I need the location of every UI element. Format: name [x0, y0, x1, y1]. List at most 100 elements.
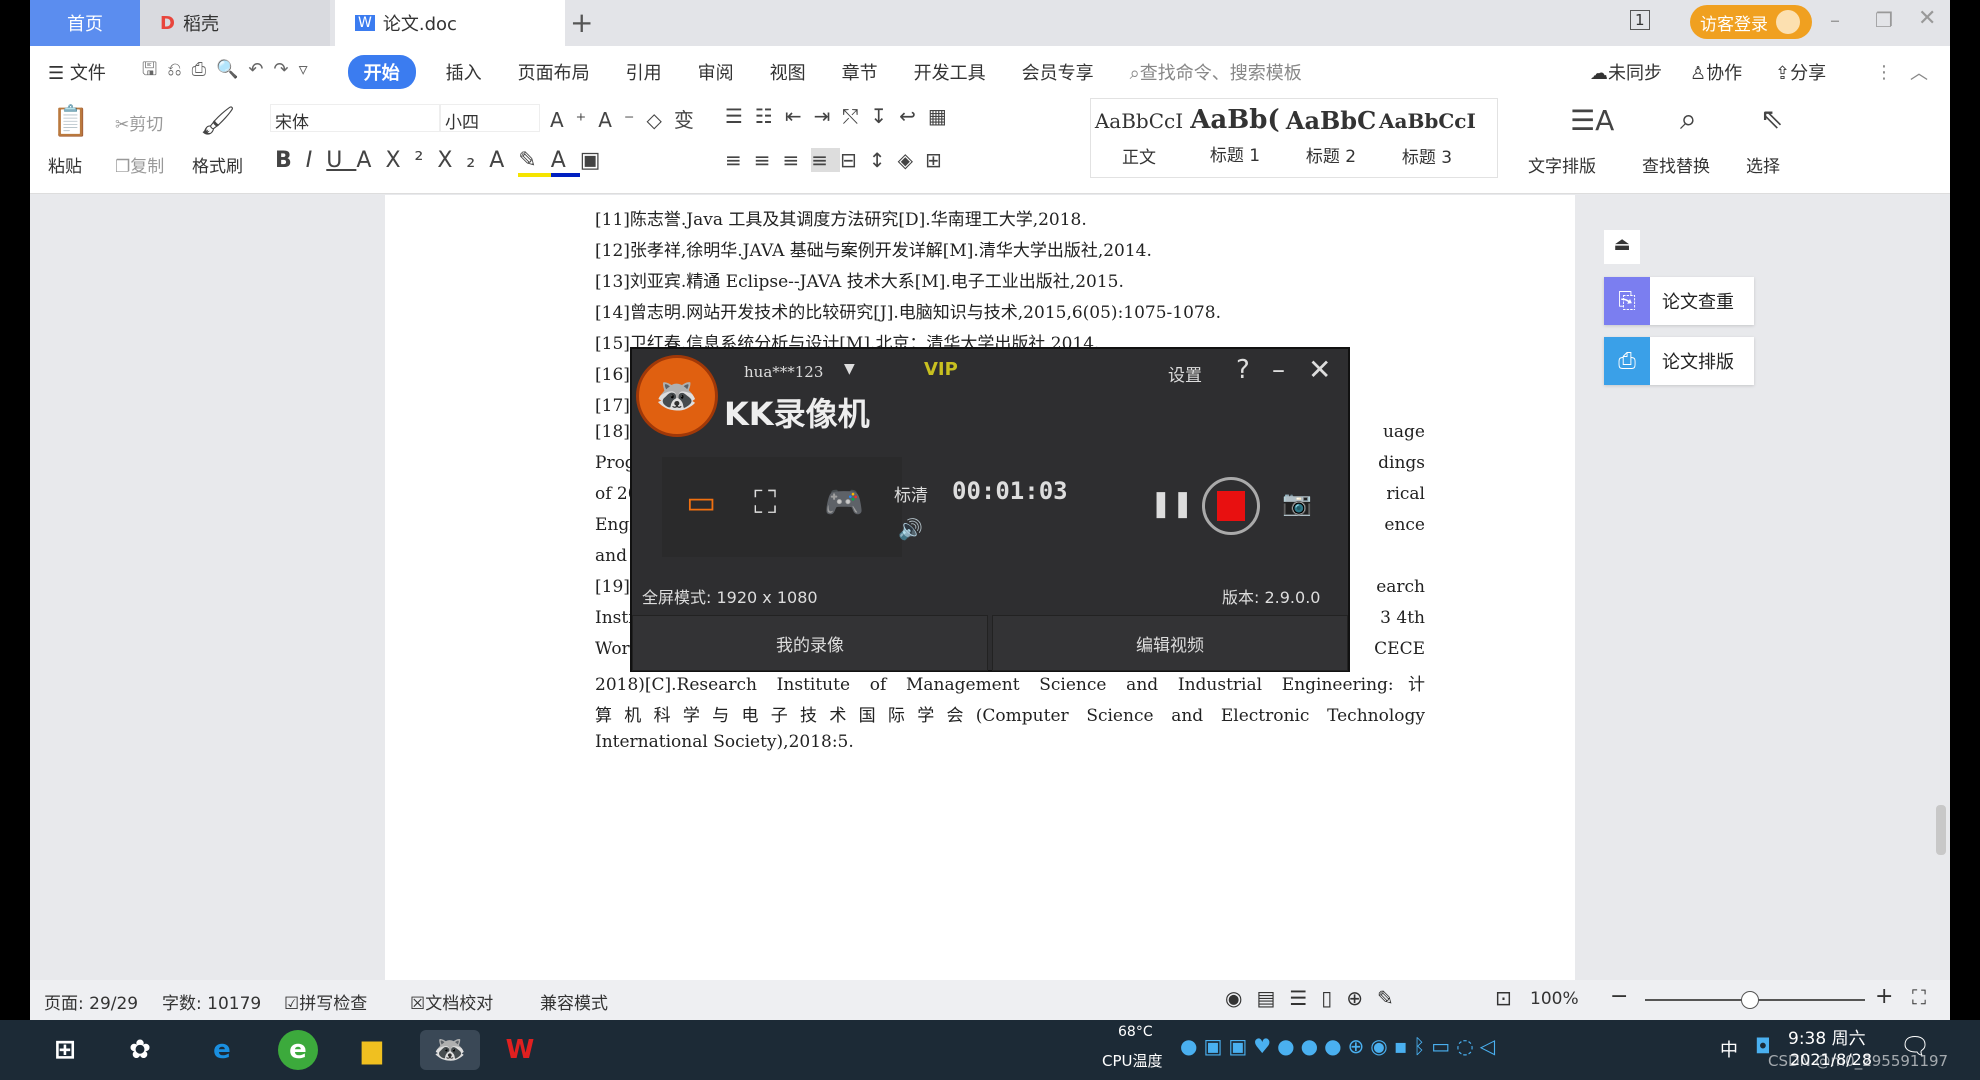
document-line[interactable]: 2018)[C].Research Institute of Managemen…	[595, 670, 1425, 695]
font-style-tools[interactable]: BIUAX²X₂A✎A▣	[275, 148, 615, 177]
new-tab-button[interactable]: +	[570, 6, 593, 39]
menu-layout[interactable]: 页面布局	[500, 59, 608, 85]
style-label: 标题 3	[1401, 148, 1453, 168]
menu-section[interactable]: 章节	[824, 59, 896, 85]
zoom-slider-thumb[interactable]	[1741, 991, 1759, 1009]
document-line[interactable]: [14]曾志明.网站开发技术的比较研究[J].电脑知识与技术,2015,6(05…	[595, 298, 1425, 323]
document-line[interactable]: 算机科学与电子技术国际学会(Computer Science and Elect…	[595, 701, 1425, 726]
kk-user-account[interactable]: hua***123	[744, 363, 823, 381]
zoom-out-button[interactable]: −	[1610, 984, 1628, 1009]
style-normal[interactable]: AaBbCcI 正文	[1091, 109, 1187, 168]
copy-button[interactable]: ❐复制	[115, 152, 164, 177]
paste-button[interactable]: 粘贴	[48, 152, 82, 177]
menu-insert[interactable]: 插入	[428, 59, 500, 85]
fullscreen-icon[interactable]: ⛶	[1912, 985, 1926, 1009]
my-videos-button[interactable]: 我的录像	[632, 615, 988, 671]
proofread-button[interactable]: ☒文档校对	[410, 989, 493, 1014]
file-menu[interactable]: ☰ 文件	[30, 59, 124, 85]
clock-time[interactable]: 9:38 周六	[1788, 1024, 1866, 1049]
quality-select[interactable]: 标清	[894, 481, 928, 506]
paper-format-button[interactable]: ⎙ 论文排版	[1604, 337, 1754, 385]
line-text: [11]陈志誉.Java 工具及其调度方法研究[D].华南理工大学,2018.	[595, 210, 1087, 230]
browser-360-icon[interactable]: e	[278, 1030, 318, 1070]
line-text: [13]刘亚宾.精通 Eclipse--JAVA 技术大系[M].电子工业出版社…	[595, 272, 1124, 292]
game-mode-icon[interactable]: 🎮	[824, 483, 864, 521]
menu-start[interactable]: 开始	[347, 55, 416, 89]
view-mode-buttons[interactable]: ◉▤☰▯⊕✎	[1225, 986, 1408, 1010]
style-heading-3[interactable]: AaBbCcI 标题 3	[1379, 109, 1476, 168]
word-count[interactable]: 字数: 10179	[162, 989, 261, 1014]
paragraph-tools-bottom[interactable]: ≡≡≡≡⊟↕◈⊞	[725, 148, 954, 172]
paste-icon[interactable]: 📋	[52, 104, 89, 139]
zoom-slider[interactable]	[1645, 991, 1865, 1009]
scrollbar-thumb[interactable]	[1936, 805, 1946, 855]
file-explorer-icon[interactable]: ▆	[352, 1030, 392, 1070]
menu-developer[interactable]: 开发工具	[896, 59, 1004, 85]
document-line[interactable]: [11]陈志誉.Java 工具及其调度方法研究[D].华南理工大学,2018.	[595, 205, 1425, 230]
wps-taskbar-icon[interactable]: W	[500, 1030, 540, 1070]
cut-button[interactable]: ✂剪切	[115, 110, 163, 135]
help-icon[interactable]: ?	[1236, 355, 1250, 385]
more-icon[interactable]: ⋮	[1875, 62, 1893, 83]
kk-taskbar-icon[interactable]: 🦝	[420, 1030, 480, 1070]
kk-minimize-icon[interactable]: –	[1272, 355, 1285, 385]
restore-icon[interactable]: ❐	[1875, 8, 1893, 32]
share-button[interactable]: ⇪分享	[1775, 59, 1826, 85]
zoom-in-button[interactable]: +	[1875, 984, 1893, 1009]
collapse-ribbon-icon[interactable]: ︿	[1910, 59, 1928, 85]
page-indicator[interactable]: 1	[1630, 10, 1650, 30]
command-search[interactable]: ⌕查找命令、搜索模板	[1112, 59, 1320, 85]
volume-icon[interactable]: 🔊	[898, 517, 923, 541]
style-heading-2[interactable]: AaBbC 标题 2	[1283, 106, 1379, 167]
vertical-scrollbar[interactable]	[1932, 195, 1950, 980]
font-name-select[interactable]: 宋体	[270, 104, 440, 133]
stop-record-button[interactable]	[1202, 477, 1260, 535]
zoom-level-select[interactable]: 100%	[1530, 989, 1579, 1009]
region-mode-icon[interactable]: ⛶	[754, 483, 776, 522]
paragraph-tools-top[interactable]: ☰☷⇤⇥⤲↧↩▦	[725, 104, 959, 128]
app-pinwheel-icon[interactable]: ✿	[120, 1030, 160, 1070]
screenshot-camera-icon[interactable]: 📷	[1282, 489, 1312, 517]
tray-icons[interactable]: ●▣▣♥●●●⊕◉▪ᛒ▭◌◁	[1180, 1034, 1501, 1058]
menu-view[interactable]: 视图	[752, 59, 824, 85]
start-button[interactable]: ⊞	[45, 1030, 85, 1070]
document-line[interactable]: [12]张孝祥,徐明华.JAVA 基础与案例开发详解[M].清华大学出版社,20…	[595, 236, 1425, 261]
font-size-select[interactable]: 小四	[440, 104, 540, 133]
spell-check-button[interactable]: ☑拼写检查	[284, 989, 367, 1014]
paper-check-button[interactable]: ⎘ 论文查重	[1604, 277, 1754, 325]
menu-references[interactable]: 引用	[608, 59, 680, 85]
font-size-tools[interactable]: A⁺A⁻◇变	[550, 104, 706, 133]
kk-recorder-window[interactable]: 🦝 hua***123 ▼ VIP 设置 ? – ✕ KK录像机 ▭ ⛶ 🎮 标…	[630, 347, 1350, 672]
format-painter-button[interactable]: 格式刷	[192, 152, 243, 177]
kk-settings-button[interactable]: 设置	[1168, 361, 1202, 386]
quick-access-toolbar[interactable]: 🖫⎌⎙🔍↶↷▿	[124, 57, 336, 87]
ie-icon[interactable]: e	[202, 1030, 242, 1070]
collapse-panel-icon[interactable]: ⏏	[1604, 230, 1640, 264]
tab-docer[interactable]: D 稻壳	[140, 0, 330, 46]
account-dropdown-icon[interactable]: ▼	[844, 361, 855, 377]
text-layout-button[interactable]: 文字排版	[1528, 152, 1596, 177]
minimize-icon[interactable]: –	[1830, 8, 1840, 32]
paper-format-label: 论文排版	[1662, 352, 1734, 373]
fullscreen-mode-icon[interactable]: ▭	[686, 483, 716, 521]
menu-member[interactable]: 会员专享	[1004, 59, 1112, 85]
close-icon[interactable]: ✕	[1918, 6, 1936, 31]
select-button[interactable]: 选择	[1746, 152, 1780, 177]
document-line[interactable]: [13]刘亚宾.精通 Eclipse--JAVA 技术大系[M].电子工业出版社…	[595, 267, 1425, 292]
document-line[interactable]: International Society),2018:5.	[595, 732, 1425, 752]
pause-button[interactable]: ❚❚	[1150, 489, 1194, 519]
notification-icon[interactable]: 🗨	[1900, 1032, 1930, 1060]
sync-button[interactable]: ☁未同步	[1590, 59, 1662, 85]
vip-badge[interactable]: VIP	[924, 359, 958, 380]
edit-video-button[interactable]: 编辑视频	[992, 615, 1348, 671]
login-button[interactable]: 访客登录	[1690, 5, 1812, 39]
fit-page-icon[interactable]: ⊡	[1495, 986, 1512, 1010]
ime-indicator[interactable]: 中	[1720, 1036, 1738, 1062]
collab-button[interactable]: ♙协作	[1690, 59, 1742, 85]
style-heading-1[interactable]: AaBb(标题 1	[1187, 105, 1283, 166]
kk-close-icon[interactable]: ✕	[1308, 353, 1331, 386]
find-replace-button[interactable]: 查找替换	[1642, 152, 1710, 177]
tab-document[interactable]: W 论文.doc	[335, 0, 565, 46]
menu-review[interactable]: 审阅	[680, 59, 752, 85]
tab-home[interactable]: 首页	[30, 0, 140, 46]
